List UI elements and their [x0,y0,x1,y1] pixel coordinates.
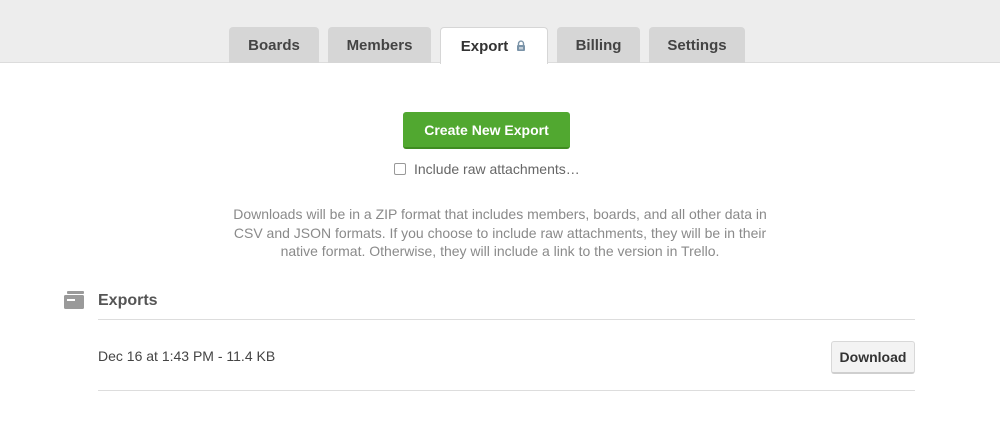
tab-settings[interactable]: Settings [649,27,745,63]
download-label: Download [839,349,907,365]
description-line: native format. Otherwise, they will incl… [280,243,720,259]
create-new-export-label: Create New Export [424,121,549,138]
tab-boards[interactable]: Boards [229,27,319,63]
lock-icon [517,40,526,51]
tab-label: Export [460,37,509,55]
create-new-export-button[interactable]: Create New Export [403,112,570,149]
archive-icon [64,291,84,309]
tab-label: Settings [667,36,727,54]
description-line: CSV and JSON formats. If you choose to i… [233,224,767,241]
description-line: Downloads will be in a ZIP format that i… [233,206,767,222]
tab-label: Members [346,36,413,54]
tab-label: Billing [575,36,622,54]
export-description: Downloads will be in a ZIP format that i… [200,205,800,261]
download-button[interactable]: Download [831,341,915,374]
tab-export[interactable]: Export [440,27,548,64]
divider [98,390,915,391]
tab-members[interactable]: Members [328,27,431,63]
settings-tab-bar: Boards Members Export Billing Settings [0,0,1000,64]
exports-heading: Exports [98,292,158,309]
raw-attachments-label: Include raw attachments… [414,161,580,177]
tab-label: Boards [248,36,300,54]
raw-attachments-checkbox[interactable] [394,163,406,175]
divider [98,319,915,320]
raw-attachments-option[interactable]: Include raw attachments… [394,160,580,178]
tab-billing[interactable]: Billing [557,27,640,63]
export-item-label: Dec 16 at 1:43 PM - 11.4 KB [98,348,276,364]
